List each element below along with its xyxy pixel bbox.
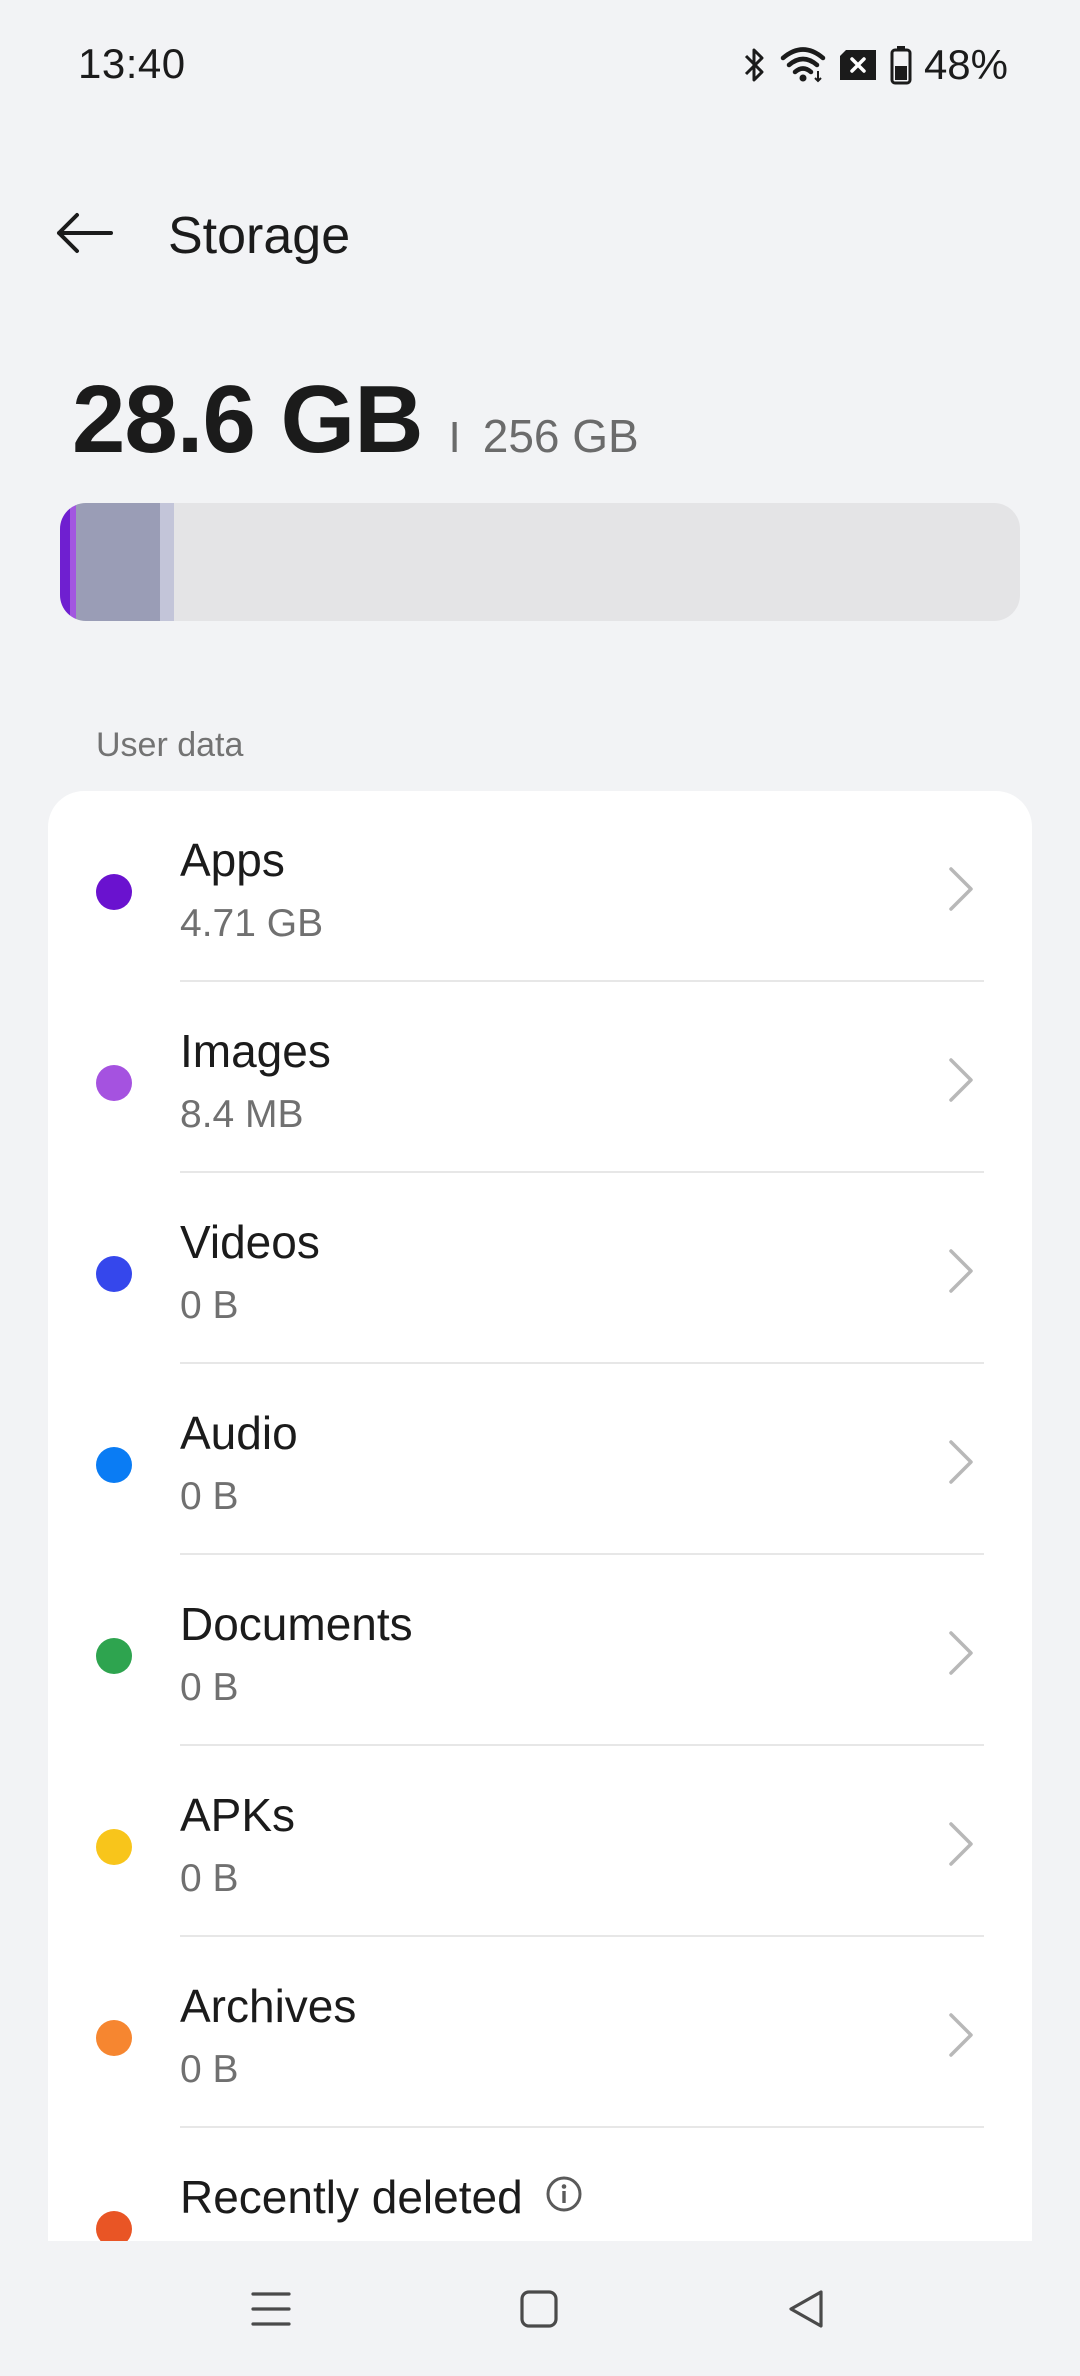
list-item-apks[interactable]: APKs 0 B [48,1746,1032,1937]
item-size: 0 B [180,1284,239,1327]
page-title: Storage [168,207,351,265]
home-square-icon [519,2289,559,2334]
list-item-documents[interactable]: Documents 0 B [48,1555,1032,1746]
back-button[interactable] [44,202,124,268]
no-sim-icon [838,48,878,82]
chevron-right-icon [949,1822,973,1866]
item-title-text: Documents [180,1598,413,1650]
battery-percent: 48% [923,41,1008,88]
status-time: 13:40 [78,40,186,87]
category-dot [96,1638,132,1674]
item-title: Apps [180,833,285,887]
used-storage: 28.6 GB [72,366,424,473]
list-item-apps[interactable]: Apps 4.71 GB [48,791,1032,982]
item-size: 0 B [180,1666,239,1709]
item-size: 0 B [180,2048,239,2091]
storage-usage-bar [60,503,1020,621]
arrow-left-icon [55,212,113,259]
info-icon[interactable] [545,2170,583,2224]
item-size: 8.4 MB [180,1093,304,1136]
item-size: 0 B [180,1857,239,1900]
chevron-right-icon [949,1440,973,1484]
storage-summary: 28.6 GB I 256 GB [72,365,639,475]
item-title: Archives [180,1979,356,2033]
chevron-right-icon [949,1631,973,1675]
item-title: APKs [180,1788,295,1842]
category-dot [96,1829,132,1865]
status-bar: 13:40 48% [0,0,1080,130]
item-title-text: APKs [180,1789,296,1841]
storage-bar-segment-apps [60,503,70,621]
item-title-text: Recently deleted [180,2171,523,2223]
user-data-card: Apps 4.71 GB Images 8.4 MB Videos 0 B Au… [48,791,1032,2241]
menu-icon [251,2291,291,2332]
back-triangle-icon [786,2288,826,2335]
item-title: Documents [180,1597,413,1651]
chevron-right-icon [949,2013,973,2057]
storage-bar-segment-other [76,503,160,621]
list-item-archives[interactable]: Archives 0 B [48,1937,1032,2128]
system-nav-bar [0,2241,1080,2376]
item-title-text: Images [180,1025,331,1077]
list-item-recently-deleted[interactable]: Recently deleted [48,2128,1032,2241]
chevron-right-icon [949,867,973,911]
category-dot [96,1065,132,1101]
summary-separator: I [448,413,461,462]
item-title-text: Videos [180,1216,320,1268]
app-header: Storage [0,180,1080,290]
item-title-text: Audio [180,1407,298,1459]
item-title: Images [180,1024,331,1078]
item-title: Recently deleted [180,2170,583,2224]
status-icons: 48% [742,40,1008,90]
section-label-user-data: User data [96,726,244,764]
category-dot [96,2211,132,2241]
back-nav-button[interactable] [766,2271,846,2351]
battery-icon [890,45,912,85]
category-dot [96,1256,132,1292]
list-item-videos[interactable]: Videos 0 B [48,1173,1032,1364]
storage-bar-segment-system [160,503,174,621]
total-storage: 256 GB [482,410,639,462]
item-title: Audio [180,1406,298,1460]
category-dot [96,1447,132,1483]
chevron-right-icon [949,1249,973,1293]
chevron-right-icon [949,1058,973,1102]
item-title-text: Apps [180,834,285,886]
wifi-icon [780,45,826,85]
item-title: Videos [180,1215,320,1269]
category-dot [96,2020,132,2056]
bluetooth-icon [742,45,768,85]
item-title-text: Archives [180,1980,357,2032]
list-item-audio[interactable]: Audio 0 B [48,1364,1032,1555]
item-size: 0 B [180,1475,239,1518]
recents-button[interactable] [231,2271,311,2351]
home-button[interactable] [499,2271,579,2351]
category-dot [96,874,132,910]
item-size: 4.71 GB [180,902,324,945]
list-item-images[interactable]: Images 8.4 MB [48,982,1032,1173]
